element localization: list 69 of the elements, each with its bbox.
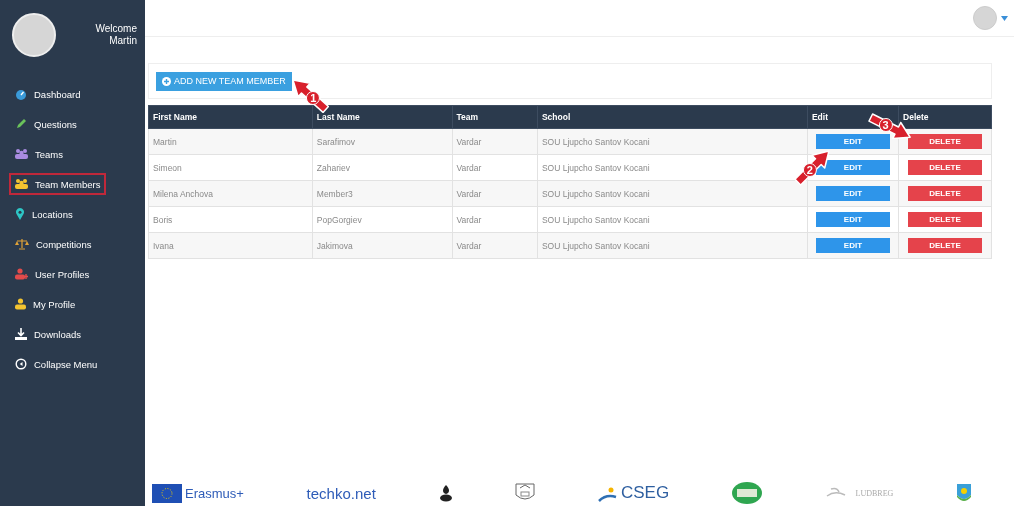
step-number: 2	[802, 163, 817, 178]
table-cell: Vardar	[452, 128, 538, 155]
edit-button[interactable]: EDIT	[815, 160, 890, 175]
column-header: School	[537, 105, 808, 129]
edit-button[interactable]: EDIT	[815, 186, 890, 201]
table-cell: Milena Anchova	[148, 180, 313, 207]
table-cell: Vardar	[452, 232, 538, 259]
sidebar-item[interactable]: Questions	[9, 113, 83, 135]
table-cell: PopGorgiev	[312, 206, 452, 233]
table-cell: Jakimova	[312, 232, 452, 259]
dashboard-icon	[15, 88, 27, 100]
table-cell: Vardar	[452, 154, 538, 181]
edit-button[interactable]: EDIT	[815, 238, 890, 253]
step-number: 1	[306, 91, 321, 106]
pencil-icon	[15, 118, 27, 130]
logo-text: CSEG	[620, 483, 670, 503]
welcome-text: Welcome	[94, 23, 137, 35]
table-cell: Martin	[148, 128, 313, 155]
delete-button[interactable]: DELETE	[908, 186, 982, 201]
table-cell: Vardar	[452, 180, 538, 207]
sidebar-item[interactable]: Locations	[9, 203, 79, 225]
group-icon	[15, 148, 28, 160]
delete-button[interactable]: DELETE	[908, 160, 982, 175]
table-cell: Boris	[148, 206, 313, 233]
sidebar-item[interactable]: Teams	[9, 143, 69, 165]
table-cell: SOU Ljupcho Santov Kocani	[537, 206, 808, 233]
table-cell: SOU Ljupcho Santov Kocani	[537, 180, 808, 207]
table-cell: Sarafimov	[312, 128, 452, 155]
table-cell: SOU Ljupcho Santov Kocani	[537, 128, 808, 155]
logo-text: LUDBREG	[855, 488, 894, 498]
caret-icon[interactable]	[1001, 15, 1008, 21]
sidebar-item[interactable]: Collapse Menu	[9, 353, 104, 375]
sidebar-item[interactable]: Downloads	[9, 323, 87, 345]
table-cell: Ivana	[148, 232, 313, 259]
logo-text: techko.net	[306, 484, 376, 502]
table-cell: Member3	[312, 180, 452, 207]
download-icon	[15, 328, 27, 340]
delete-button[interactable]: DELETE	[908, 212, 982, 227]
sidebar-item[interactable]: User Profiles	[9, 263, 96, 285]
group-icon	[15, 178, 28, 190]
table-cell: SOU Ljupcho Santov Kocani	[537, 232, 808, 259]
table-cell: Zahariev	[312, 154, 452, 181]
sidebar-item[interactable]: My Profile	[9, 293, 82, 315]
user-name: Martin	[108, 35, 137, 47]
column-header: First Name	[148, 105, 313, 129]
scale-icon	[15, 238, 29, 250]
add-user-icon	[15, 268, 28, 280]
column-header: Last Name	[312, 105, 452, 129]
collapse-icon	[15, 358, 27, 370]
logo-text: Erasmus+	[185, 485, 244, 501]
sidebar-item[interactable]: Dashboard	[9, 83, 87, 105]
pin-icon	[15, 208, 25, 220]
column-header: Team	[452, 105, 538, 129]
sidebar-item[interactable]: Team Members	[9, 173, 107, 195]
table-cell: Simeon	[148, 154, 313, 181]
delete-button[interactable]: DELETE	[908, 134, 982, 149]
shield-icon	[956, 483, 972, 503]
delete-button[interactable]: DELETE	[908, 238, 982, 253]
column-header: Delete	[898, 105, 992, 129]
table-cell: Vardar	[452, 206, 538, 233]
edit-button[interactable]: EDIT	[815, 212, 890, 227]
plus-circle-icon	[162, 76, 171, 86]
badge-icon	[731, 482, 762, 504]
flag-icon	[152, 483, 182, 503]
user-icon	[15, 298, 26, 310]
edit-button[interactable]: EDIT	[815, 134, 890, 149]
add-member-button[interactable]: ADD NEW TEAM MEMBER	[156, 71, 292, 91]
avatar	[12, 13, 56, 57]
sidebar-item[interactable]: Competitions	[9, 233, 98, 255]
